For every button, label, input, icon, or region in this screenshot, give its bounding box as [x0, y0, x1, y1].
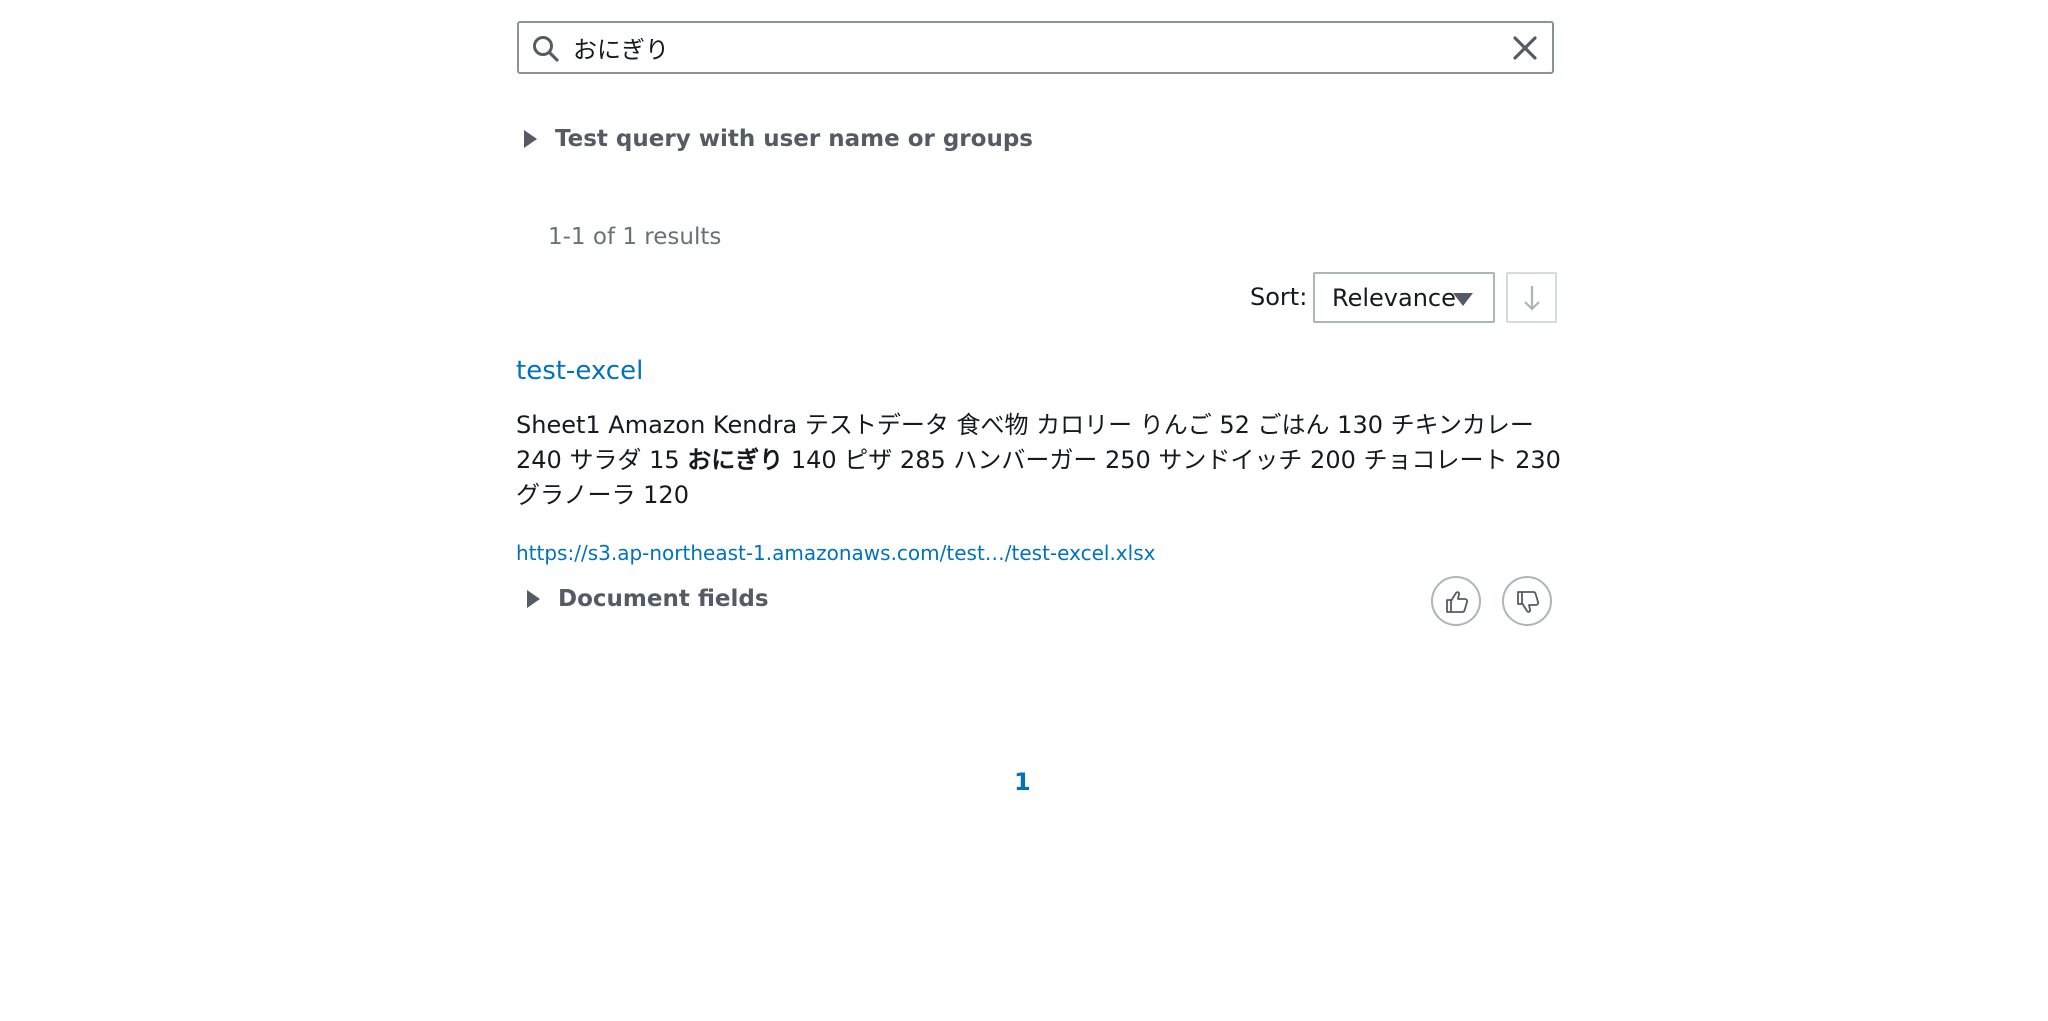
result-excerpt: Sheet1 Amazon Kendra テストデータ 食べ物 カロリー りんご…: [516, 408, 1566, 513]
caret-down-icon: [1453, 293, 1473, 306]
excerpt-highlight: おにぎり: [687, 446, 784, 474]
arrow-down-icon: [1524, 286, 1540, 311]
pagination-page-1[interactable]: 1: [1014, 768, 1031, 796]
result-url-link[interactable]: https://s3.ap-northeast-1.amazonaws.com/…: [516, 541, 1155, 565]
result-title-link[interactable]: test-excel: [516, 356, 643, 386]
close-icon[interactable]: [1512, 35, 1538, 61]
caret-right-icon: [524, 130, 537, 148]
search-box: [517, 21, 1554, 74]
sort-label: Sort:: [1250, 283, 1308, 311]
search-input[interactable]: [573, 23, 1473, 72]
sort-direction-button[interactable]: [1506, 272, 1557, 323]
search-icon: [531, 34, 561, 64]
search-results-page: Test query with user name or groups 1-1 …: [0, 0, 2048, 1021]
results-count: 1-1 of 1 results: [548, 224, 722, 250]
thumbs-up-button[interactable]: [1431, 576, 1481, 626]
document-fields-expander[interactable]: Document fields: [527, 586, 769, 612]
thumbs-up-icon: [1446, 591, 1469, 613]
thumbs-down-icon: [1517, 591, 1540, 613]
document-fields-label: Document fields: [558, 586, 769, 612]
sort-select[interactable]: Relevance: [1313, 272, 1495, 323]
caret-right-icon: [527, 590, 540, 608]
thumbs-down-button[interactable]: [1502, 576, 1552, 626]
sort-selected-value: Relevance: [1332, 283, 1456, 312]
test-query-label: Test query with user name or groups: [555, 126, 1033, 152]
test-query-expander[interactable]: Test query with user name or groups: [524, 126, 1033, 152]
